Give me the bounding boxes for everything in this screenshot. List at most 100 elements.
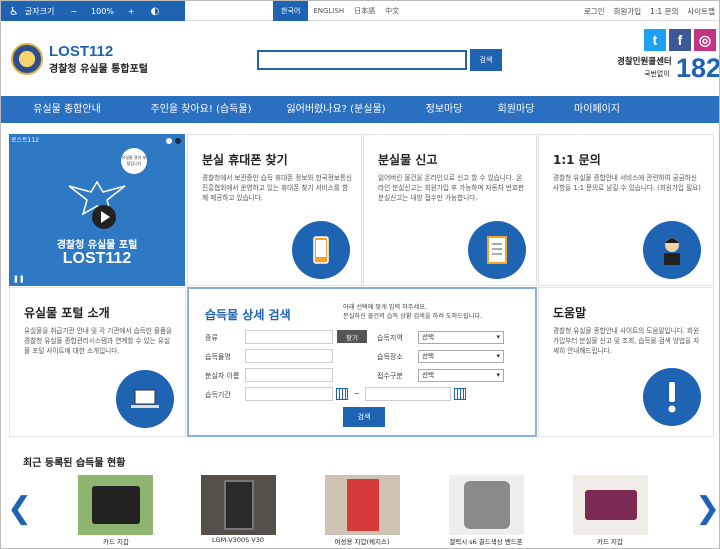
carousel-next-icon[interactable]: ❯ [695, 491, 719, 526]
nav-item-mypage[interactable]: 마이페이지 [547, 96, 647, 123]
pause-icon[interactable]: ❚❚ [13, 275, 25, 283]
lang-korean[interactable]: 한국어 [273, 1, 309, 21]
recent-item-caption: LGM-V300S V30 [212, 536, 264, 544]
detail-search-button[interactable]: 검색 [343, 407, 385, 427]
region-select[interactable]: 선택 [418, 331, 504, 344]
period-label: 습득기간 [205, 391, 231, 399]
card-help-text: 경찰청 유실물 종합안내 사이트의 도움말입니다. 회원가입부터 분실물 신고 … [553, 327, 700, 355]
contrast-icon[interactable]: ◐ [151, 6, 160, 17]
recent-item[interactable] [78, 475, 153, 535]
recent-item[interactable] [573, 475, 648, 535]
logo-title[interactable]: LOST112 [49, 43, 113, 60]
lost-date-input[interactable] [245, 368, 333, 382]
status-label: 접수구분 [377, 372, 403, 380]
lang-english[interactable]: ENGLISH [308, 1, 349, 21]
slide-dot[interactable] [175, 138, 181, 144]
lang-japanese[interactable]: 日本語 [349, 1, 380, 21]
zoom-out-button[interactable]: − [70, 7, 77, 16]
nav-item-guide[interactable]: 유실물 종합안내 [1, 96, 133, 123]
calendar-icon[interactable] [454, 388, 466, 400]
phone-icon [292, 221, 350, 279]
recent-item[interactable] [449, 475, 524, 535]
region-label: 습득지역 [377, 334, 403, 342]
card-inquiry-text: 경찰청 유실물 종합안내 서비스에 관련하여 궁금하신 사항을 1:1 문의로 … [553, 174, 701, 192]
card-report-title: 분실물 신고 [378, 153, 438, 167]
lang-chinese[interactable]: 中文 [380, 1, 404, 21]
promo-video[interactable]: 로스트112 유실물 관리 포털입니다 경찰청 유실물 포털 LOST112 ❚… [9, 134, 185, 286]
detail-desc-line: 분실하신 물건의 습득 상황 검색을 하려 도와드립니다. [343, 313, 483, 320]
signup-link[interactable]: 회원가입 [614, 6, 642, 17]
item-name-input[interactable] [245, 349, 333, 363]
exclamation-icon [643, 368, 701, 426]
lost-date-label: 분실자 이름 [205, 372, 240, 380]
video-title-2: LOST112 [62, 250, 132, 267]
search-input[interactable] [257, 50, 467, 70]
nav-item-members[interactable]: 회원마당 [485, 96, 547, 123]
font-size-label: 글자크기 [24, 6, 55, 16]
recent-item[interactable] [201, 475, 276, 535]
zoom-value: 100% [91, 6, 114, 16]
nav-item-found[interactable]: 주인을 찾아요! (습득물) [133, 96, 269, 123]
video-tag: 로스트112 [11, 137, 40, 144]
call-sub-label: 국번없이 [644, 70, 670, 78]
facebook-icon[interactable]: f [669, 29, 691, 51]
logo-subtitle[interactable]: 경찰청 유실물 통합포털 [49, 60, 148, 75]
card-help[interactable]: 도움말 경찰청 유실물 종합안내 사이트의 도움말입니다. 회원가입부터 분실물… [538, 287, 714, 437]
util-links: 로그인 회원가입 1:1 문의 사이트맵 [584, 1, 715, 21]
category-label: 종류 [205, 334, 218, 342]
speech-bubble: 유실물 관리 포털입니다 [121, 148, 147, 174]
call-center-label: 경찰민원콜센터 [617, 57, 672, 67]
login-link[interactable]: 로그인 [584, 6, 605, 17]
search-button[interactable]: 검색 [470, 49, 502, 71]
card-report-text: 잃어버린 물건을 온라인으로 신고 할 수 있습니다. 온라인 분실신고는 회원… [378, 174, 525, 202]
twitter-icon[interactable]: t [644, 29, 666, 51]
card-phone-title: 분실 휴대폰 찾기 [202, 153, 288, 167]
accessibility-icon: ♿ [9, 4, 19, 18]
status-select[interactable]: 선택 [418, 369, 504, 382]
header: LOST112 경찰청 유실물 통합포털 검색 t f ◎ 경찰민원콜센터 국번… [1, 21, 719, 96]
card-phone-text: 경찰청에서 보관중인 습득 휴대폰 정보와 한국정보통신진흥협회에서 운영하고 … [202, 174, 353, 202]
recent-title: 최근 등록된 습득물 현황 [23, 458, 126, 469]
laptop-icon [116, 370, 174, 428]
instagram-icon[interactable]: ◎ [694, 29, 716, 51]
operator-icon [643, 221, 701, 279]
phone-image [449, 475, 524, 535]
language-selector: 한국어 ENGLISH 日本語 中文 [273, 1, 404, 21]
recent-item[interactable] [325, 475, 400, 535]
card-phone[interactable]: 분실 휴대폰 찾기 경찰청에서 보관중인 습득 휴대폰 정보와 한국정보통신진흥… [187, 134, 362, 286]
category-input[interactable] [245, 330, 333, 344]
place-select[interactable]: 선택 [418, 350, 504, 363]
card-inquiry[interactable]: 1:1 문의 경찰청 유실물 종합안내 서비스에 관련하여 궁금하신 사항을 1… [538, 134, 714, 286]
slide-dots [166, 138, 181, 144]
phone-image [201, 475, 276, 535]
period-start-input[interactable] [245, 387, 333, 401]
card-portal[interactable]: 유실물 포털 소개 유실물을 취급기관 안내 및 각 기관에서 습득한 물품을 … [9, 287, 186, 437]
pouch-image [325, 475, 400, 535]
carousel-prev-icon[interactable]: ❮ [7, 491, 32, 526]
document-icon [468, 221, 526, 279]
sitemap-link[interactable]: 사이트맵 [687, 6, 715, 17]
card-portal-text: 유실물을 취급기관 안내 및 각 기관에서 습득한 물품을 경찰청 유실물 종합… [24, 327, 173, 355]
nav-item-info[interactable]: 정보마당 [403, 96, 485, 123]
card-help-title: 도움말 [553, 306, 587, 320]
detail-search-panel: 습득물 상세 검색 아래 선택에 맞게 입력 하주세요. 분실하신 물건의 습득… [187, 287, 537, 437]
place-label: 습득장소 [377, 353, 403, 361]
police-emblem-icon[interactable] [11, 43, 43, 75]
wallet-image [78, 475, 153, 535]
card-report[interactable]: 분실물 신고 잃어버린 물건을 온라인으로 신고 할 수 있습니다. 온라인 분… [363, 134, 537, 286]
recent-item-caption: 카드 지갑 [103, 538, 129, 546]
calendar-icon[interactable] [336, 388, 348, 400]
zoom-in-button[interactable]: + [128, 7, 135, 16]
period-end-input[interactable] [365, 387, 451, 401]
period-tilde: ~ [354, 390, 360, 398]
inquiry-link[interactable]: 1:1 문의 [650, 6, 678, 17]
find-button[interactable]: 찾기 [337, 330, 367, 343]
play-button-icon[interactable] [92, 205, 116, 229]
nav-item-lost[interactable]: 잃어버렸나요? (분실물) [269, 96, 403, 123]
card-inquiry-title: 1:1 문의 [553, 153, 601, 167]
recent-item-caption: 카드 지갑 [597, 538, 623, 546]
slide-dot[interactable] [166, 138, 172, 144]
detail-search-desc: 아래 선택에 맞게 입력 하주세요. 분실하신 물건의 습득 상황 검색을 하려… [343, 303, 482, 321]
main-nav: 유실물 종합안내 주인을 찾아요! (습득물) 잃어버렸나요? (분실물) 정보… [1, 96, 719, 123]
item-name-label: 습득물명 [205, 353, 231, 361]
